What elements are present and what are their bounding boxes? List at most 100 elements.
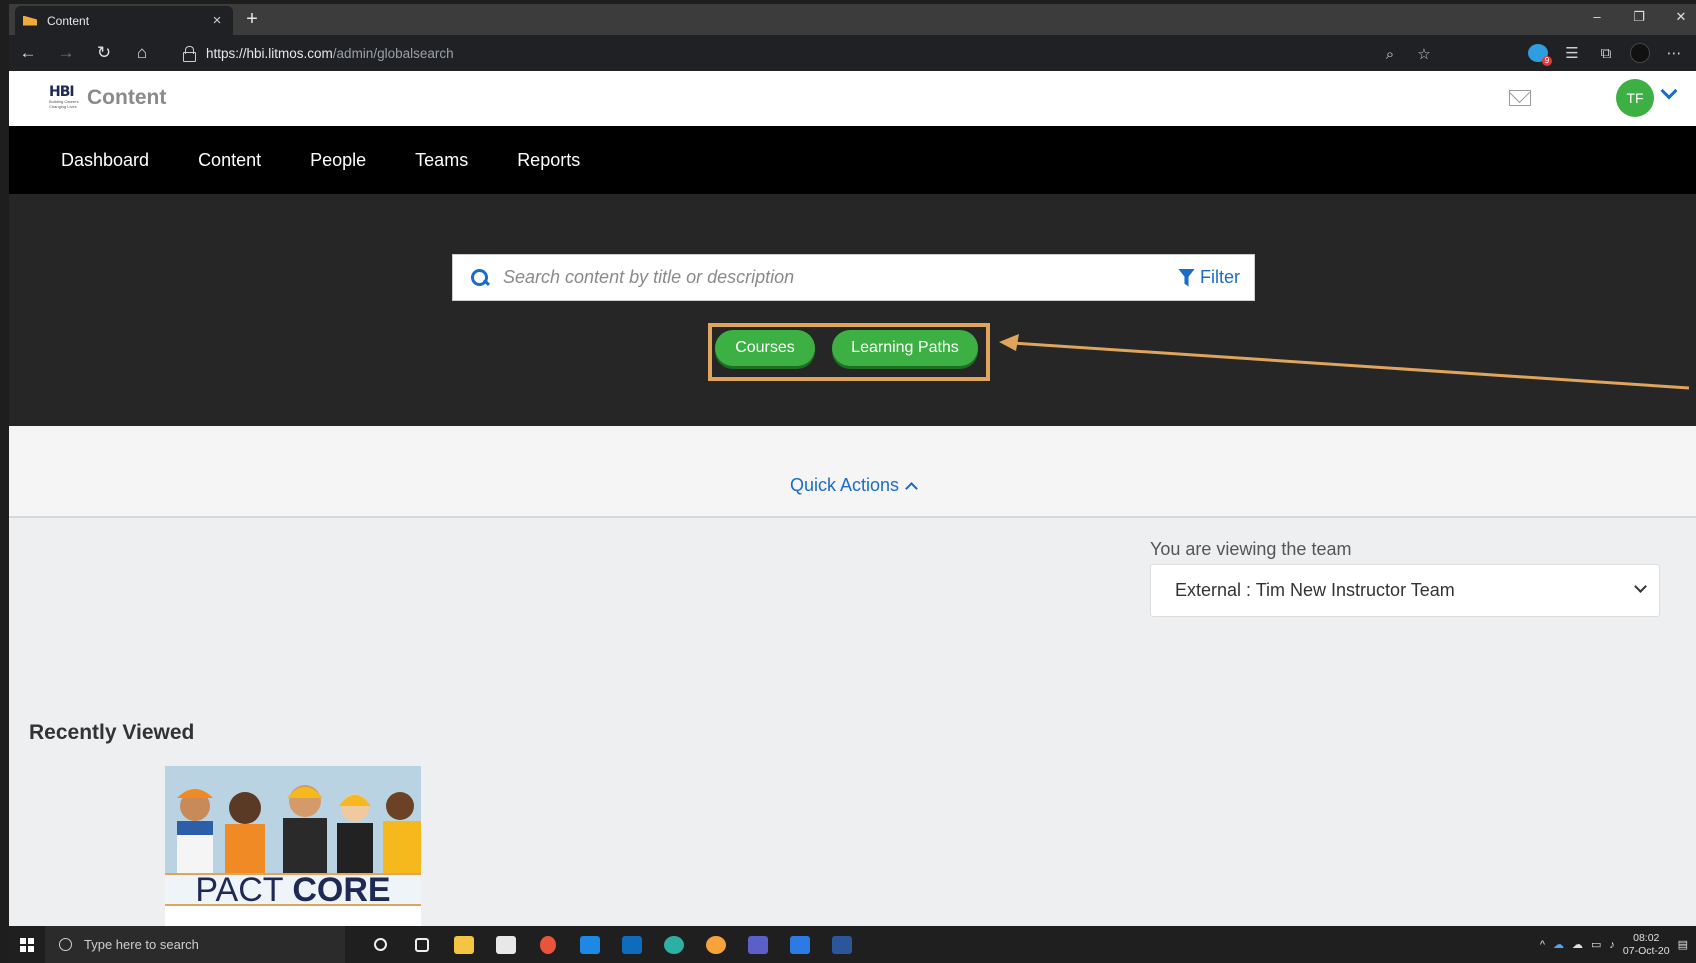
clock-time: 08:02	[1633, 931, 1660, 944]
start-button[interactable]	[9, 926, 45, 963]
mail-icon[interactable]	[1509, 90, 1531, 106]
app-header: HBI Building Careers Changing Lives Cont…	[9, 71, 1696, 126]
logo-tagline: Building Careers Changing Lives	[49, 99, 79, 109]
browser-window: Content × + – ❐ ✕ ← → ↻ ⌂ https://hbi.li…	[9, 4, 1696, 930]
hbi-logo[interactable]: HBI Building Careers Changing Lives	[49, 85, 79, 111]
team-label: You are viewing the team	[1150, 539, 1352, 559]
browser-profile-icon[interactable]	[1630, 43, 1650, 63]
close-window-button[interactable]: ✕	[1672, 9, 1690, 25]
recently-viewed-title: Recently Viewed	[29, 721, 195, 744]
caption-bold: CORE	[292, 871, 391, 909]
restore-button[interactable]: ❐	[1630, 9, 1648, 25]
quick-actions-toggle[interactable]: Quick Actions	[790, 475, 918, 496]
search-icon[interactable]	[471, 268, 489, 287]
browser-toolbar: ☰ ⧉ ⋯	[1528, 43, 1684, 66]
app-blue-icon[interactable]	[785, 930, 815, 960]
url-tools: ⌕ ☆	[1380, 45, 1434, 64]
more-menu-icon[interactable]: ⋯	[1664, 44, 1684, 62]
url-host: https://hbi.litmos.com	[206, 45, 333, 61]
nav-dashboard[interactable]: Dashboard	[55, 150, 155, 171]
chevron-up-icon	[905, 481, 918, 495]
tray-chevron-up-icon[interactable]: ^	[1540, 939, 1545, 951]
outlook-icon[interactable]	[617, 930, 647, 960]
search-box: Filter	[452, 254, 1255, 301]
url-text: https://hbi.litmos.com/admin/globalsearc…	[206, 46, 454, 61]
store-icon[interactable]	[491, 930, 521, 960]
workers-illustration	[165, 766, 421, 876]
recently-viewed-card[interactable]: PACT CORE	[165, 766, 421, 930]
maps-icon[interactable]	[533, 930, 563, 960]
annotation-arrow-head	[999, 334, 1019, 351]
teams-icon[interactable]	[743, 930, 773, 960]
edge-icon[interactable]	[659, 930, 689, 960]
extension-icon[interactable]	[1528, 44, 1552, 66]
taskbar-clock[interactable]: 08:02 07-Oct-20	[1623, 932, 1670, 958]
url-field[interactable]: https://hbi.litmos.com/admin/globalsearc…	[169, 39, 1434, 67]
windows-taskbar: Type here to search ^ ☁ ☁ ▭ ♪ 08:02 07-O…	[9, 926, 1696, 963]
course-thumbnail-caption: PACT CORE	[165, 871, 421, 909]
collections-icon[interactable]: ⧉	[1596, 45, 1616, 62]
network-icon[interactable]: ▭	[1591, 938, 1601, 951]
forward-arrow-icon[interactable]: →	[47, 43, 85, 63]
annotation-arrow	[999, 334, 1690, 390]
window-controls: – ❐ ✕	[1588, 9, 1690, 25]
home-icon[interactable]: ⌂	[123, 43, 161, 63]
onedrive-personal-icon[interactable]: ☁	[1572, 938, 1583, 951]
main-nav: Dashboard Content People Teams Reports	[9, 126, 1696, 194]
refresh-icon[interactable]: ↻	[85, 43, 123, 63]
filter-icon	[1178, 268, 1195, 287]
chevron-down-icon[interactable]	[1660, 82, 1678, 100]
task-view-icon[interactable]	[407, 930, 437, 960]
team-select[interactable]: External : Tim New Instructor Team	[1150, 564, 1660, 617]
team-select-value: External : Tim New Instructor Team	[1175, 580, 1455, 600]
nav-reports[interactable]: Reports	[511, 150, 586, 171]
nav-people[interactable]: People	[304, 150, 372, 171]
taskbar-search[interactable]: Type here to search	[45, 926, 345, 963]
lock-icon	[183, 46, 196, 62]
url-path: /admin/globalsearch	[332, 45, 454, 61]
tab-title: Content	[47, 13, 90, 28]
word-icon[interactable]	[827, 930, 857, 960]
back-arrow-icon[interactable]: ←	[9, 43, 47, 63]
quick-actions-label: Quick Actions	[790, 475, 900, 495]
cortana-icon[interactable]	[365, 930, 395, 960]
new-tab-button[interactable]: +	[241, 8, 263, 31]
avatar[interactable]: TF	[1616, 79, 1654, 117]
annotation-arrow-line	[1012, 341, 1690, 390]
notifications-icon[interactable]: ▤	[1678, 938, 1688, 951]
search-hero: Filter Courses Learning Paths	[9, 194, 1696, 426]
browser-tab-bar: Content × + – ❐ ✕	[9, 4, 1696, 35]
favorite-star-icon[interactable]: ☆	[1414, 45, 1434, 63]
learning-paths-button[interactable]: Learning Paths	[832, 330, 978, 366]
file-explorer-icon[interactable]	[449, 930, 479, 960]
zoom-icon[interactable]: ⌕	[1380, 46, 1400, 63]
address-bar-row: ← → ↻ ⌂ https://hbi.litmos.com/admin/glo…	[9, 35, 1696, 71]
nav-content[interactable]: Content	[192, 150, 267, 171]
app-orange-icon[interactable]	[701, 930, 731, 960]
taskbar-search-placeholder: Type here to search	[84, 937, 199, 952]
tab-close-icon[interactable]: ×	[209, 12, 225, 29]
chevron-down-icon	[1634, 580, 1647, 593]
courses-button[interactable]: Courses	[715, 330, 815, 366]
onedrive-icon[interactable]: ☁	[1553, 938, 1564, 951]
minimize-button[interactable]: –	[1588, 9, 1606, 25]
litmos-favicon-icon	[23, 15, 37, 26]
volume-icon[interactable]: ♪	[1609, 939, 1615, 951]
clock-date: 07-Oct-20	[1622, 944, 1670, 957]
search-input[interactable]	[503, 267, 1178, 288]
filter-label: Filter	[1200, 267, 1240, 287]
search-icon	[59, 938, 72, 951]
favorites-list-icon[interactable]: ☰	[1562, 44, 1582, 62]
page-title: Content	[87, 86, 167, 109]
quick-actions-bar: Quick Actions	[9, 426, 1696, 518]
logo-mark: HBI	[49, 84, 75, 100]
nav-teams[interactable]: Teams	[409, 150, 474, 171]
filter-button[interactable]: Filter	[1178, 267, 1240, 288]
windows-icon	[20, 937, 34, 952]
taskbar-apps	[359, 930, 863, 960]
browser-tab-content[interactable]: Content ×	[15, 6, 233, 35]
system-tray: ^ ☁ ☁ ▭ ♪ 08:02 07-Oct-20 ▤	[1540, 926, 1696, 963]
caption-light: PACT	[195, 871, 293, 909]
mail-app-icon[interactable]	[575, 930, 605, 960]
page-content: HBI Building Careers Changing Lives Cont…	[9, 71, 1696, 930]
